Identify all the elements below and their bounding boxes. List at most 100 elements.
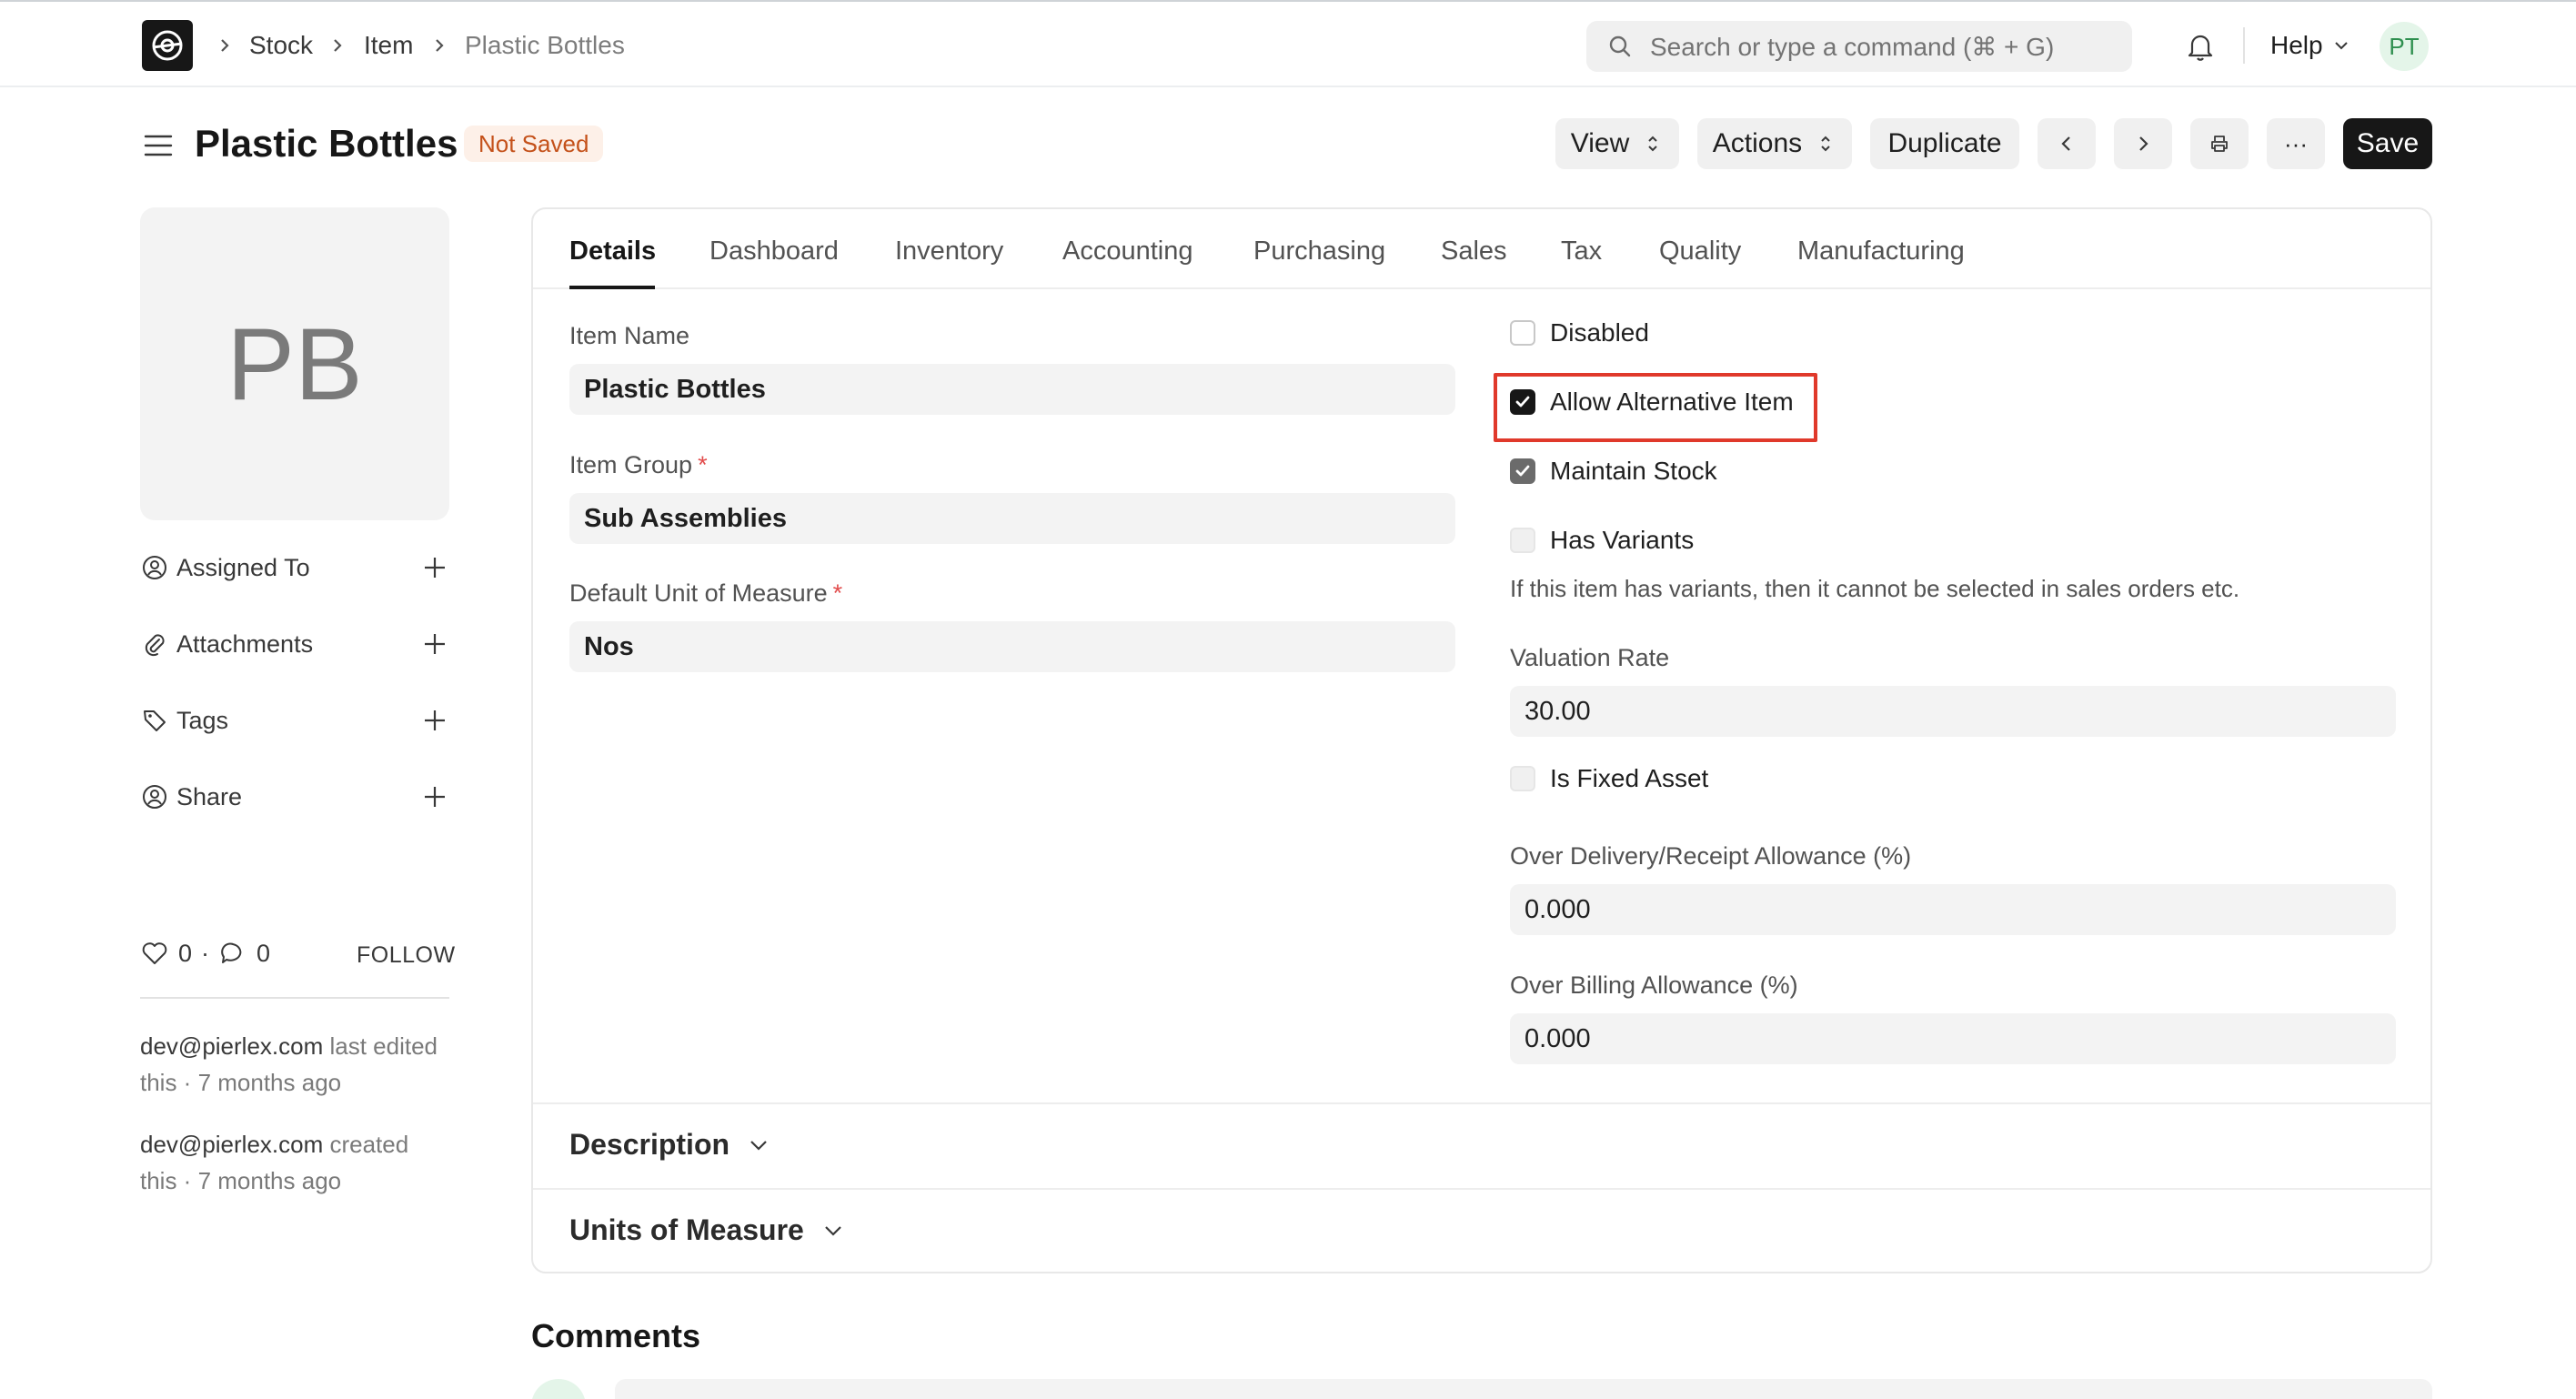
maintain-stock-label: Maintain Stock: [1550, 457, 1717, 485]
sidebar-tags-label: Tags: [176, 706, 229, 734]
units-of-measure-section-toggle[interactable]: Units of Measure: [569, 1213, 846, 1247]
activity-last-edited: dev@pierlex.com last edited this · 7 mon…: [140, 1028, 449, 1101]
form-card: Details Dashboard Inventory Accounting P…: [531, 207, 2432, 1273]
chevron-right-icon: [221, 39, 229, 52]
checkbox-box[interactable]: [1510, 389, 1535, 415]
sidebar-attachments: Attachments: [140, 624, 449, 664]
has-variants-checkbox[interactable]: Has Variants: [1510, 526, 1694, 555]
likes-comments: 0 · 0: [140, 939, 270, 968]
chevron-left-icon: [2061, 136, 2070, 151]
section-divider: [533, 1188, 2430, 1190]
chevron-down-icon: [2334, 42, 2348, 50]
notification-bell-icon[interactable]: [2183, 29, 2218, 64]
valuation-rate-input[interactable]: 30.00: [1510, 686, 2396, 737]
disabled-label: Disabled: [1550, 318, 1649, 347]
tab-details[interactable]: Details: [569, 235, 656, 267]
status-badge: Not Saved: [464, 126, 604, 162]
over-delivery-label: Over Delivery/Receipt Allowance (%): [1510, 842, 1912, 870]
required-asterisk: *: [832, 579, 843, 607]
duplicate-button[interactable]: Duplicate: [1870, 118, 2019, 169]
section-divider: [533, 1102, 2430, 1104]
description-section-title: Description: [569, 1128, 730, 1161]
navbar-divider: [2243, 27, 2245, 64]
help-dropdown[interactable]: Help: [2270, 29, 2350, 62]
tab-dashboard[interactable]: Dashboard: [709, 235, 839, 267]
checkbox-box[interactable]: [1510, 320, 1535, 346]
item-group-label: Item Group *: [569, 451, 708, 478]
allow-alternative-item-label: Allow Alternative Item: [1550, 387, 1794, 416]
tab-accounting[interactable]: Accounting: [1062, 235, 1193, 267]
up-down-chevron-icon: [1821, 136, 1830, 152]
over-delivery-input[interactable]: 0.000: [1510, 884, 2396, 935]
is-fixed-asset-label: Is Fixed Asset: [1550, 764, 1709, 792]
more-options-button[interactable]: ···: [2267, 118, 2325, 169]
save-button[interactable]: Save: [2343, 118, 2432, 169]
chevron-down-icon: [825, 1225, 841, 1236]
over-billing-input[interactable]: 0.000: [1510, 1013, 2396, 1064]
search-icon: [1609, 35, 1631, 57]
activity-user[interactable]: dev@pierlex.com: [140, 1131, 323, 1158]
checkmark-icon: [1515, 465, 1530, 477]
tab-quality[interactable]: Quality: [1659, 235, 1741, 267]
required-asterisk: *: [698, 451, 708, 478]
uom-input[interactable]: Nos: [569, 621, 1455, 672]
item-group-input[interactable]: Sub Assemblies: [569, 493, 1455, 544]
user-avatar[interactable]: PT: [2380, 22, 2429, 71]
item-name-input[interactable]: Plastic Bottles: [569, 364, 1455, 415]
has-variants-label: Has Variants: [1550, 526, 1695, 554]
sidebar-share: Share: [140, 777, 449, 817]
tab-tax[interactable]: Tax: [1561, 235, 1602, 267]
next-record-button[interactable]: [2114, 118, 2172, 169]
sidebar-assigned-to-label: Assigned To: [176, 553, 310, 581]
sidebar-toggle-icon[interactable]: [142, 129, 175, 162]
activity-created: dev@pierlex.com created this · 7 months …: [140, 1126, 449, 1199]
assign-icon: [143, 556, 166, 579]
disabled-checkbox[interactable]: Disabled: [1510, 318, 1649, 347]
breadcrumb-current[interactable]: Plastic Bottles: [465, 29, 625, 62]
add-tag-plus-icon[interactable]: [420, 706, 449, 735]
print-button[interactable]: [2190, 118, 2249, 169]
maintain-stock-checkbox[interactable]: Maintain Stock: [1510, 457, 1717, 486]
checkbox-box[interactable]: [1510, 458, 1535, 484]
view-button-label: View: [1570, 128, 1630, 158]
allow-alternative-item-checkbox[interactable]: Allow Alternative Item: [1510, 387, 1794, 417]
search-input[interactable]: Search or type a command (⌘ + G): [1586, 21, 2132, 72]
sidebar-share-label: Share: [176, 782, 243, 810]
comments-title: Comments: [531, 1317, 701, 1354]
previous-record-button[interactable]: [2038, 118, 2096, 169]
chevron-right-icon: [2139, 136, 2148, 151]
printer-icon: [2211, 136, 2228, 152]
view-button[interactable]: View: [1555, 118, 1679, 169]
units-of-measure-section-title: Units of Measure: [569, 1213, 804, 1246]
navbar: Stock Item Plastic Bottles Search or typ…: [0, 0, 2576, 87]
add-assignee-plus-icon[interactable]: [420, 553, 449, 582]
breadcrumb-stock[interactable]: Stock: [249, 29, 313, 62]
breadcrumb-item[interactable]: Item: [364, 29, 413, 62]
is-fixed-asset-checkbox[interactable]: Is Fixed Asset: [1510, 764, 1708, 793]
checkbox-box[interactable]: [1510, 528, 1535, 553]
heart-icon[interactable]: [140, 939, 169, 968]
item-image-placeholder[interactable]: PB: [140, 207, 449, 520]
tab-manufacturing[interactable]: Manufacturing: [1797, 235, 1965, 267]
comments-count: 0: [257, 939, 271, 967]
comment-icon[interactable]: [218, 939, 247, 968]
app-logo[interactable]: [142, 20, 193, 71]
chevron-down-icon: [750, 1140, 767, 1151]
chevron-right-icon: [334, 39, 342, 52]
checkmark-icon: [1515, 396, 1530, 408]
tab-inventory[interactable]: Inventory: [895, 235, 1003, 267]
actions-button[interactable]: Actions: [1697, 118, 1852, 169]
comment-input[interactable]: [615, 1379, 2432, 1399]
logo-icon: [152, 30, 183, 61]
follow-link[interactable]: FOLLOW: [357, 942, 456, 969]
page-title: Plastic Bottles: [195, 122, 458, 165]
activity-user[interactable]: dev@pierlex.com: [140, 1032, 323, 1060]
add-share-plus-icon[interactable]: [420, 782, 449, 811]
add-attachment-plus-icon[interactable]: [420, 629, 449, 659]
description-section-toggle[interactable]: Description: [569, 1128, 771, 1162]
tab-sales[interactable]: Sales: [1441, 235, 1507, 267]
chevron-right-icon: [436, 39, 444, 52]
checkbox-box[interactable]: [1510, 766, 1535, 791]
dot-separator: ·: [201, 939, 210, 967]
tab-purchasing[interactable]: Purchasing: [1253, 235, 1385, 267]
